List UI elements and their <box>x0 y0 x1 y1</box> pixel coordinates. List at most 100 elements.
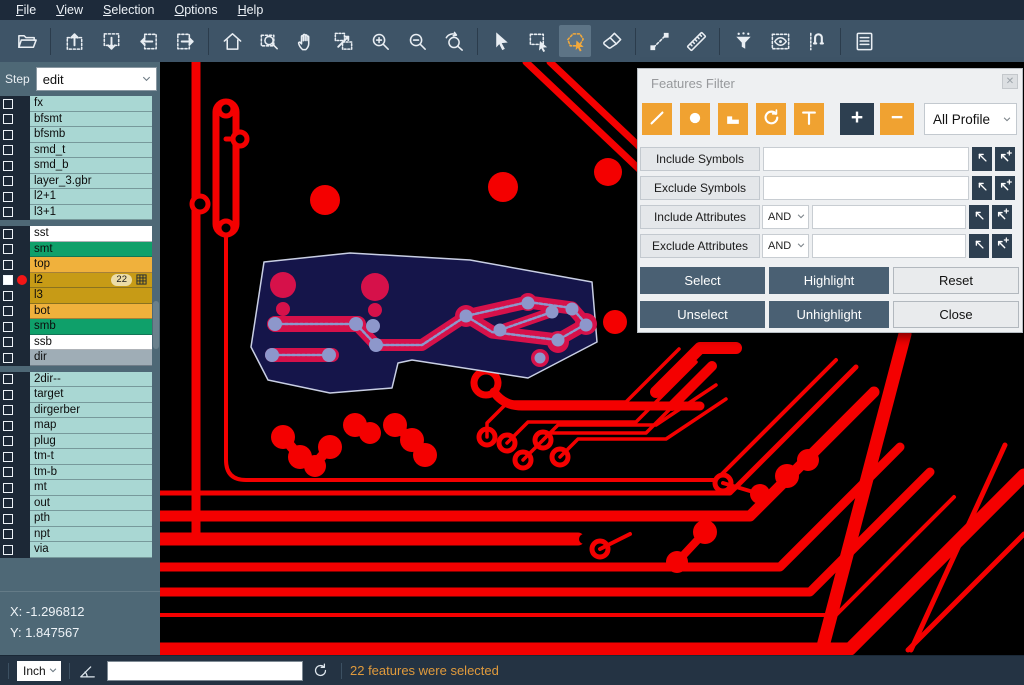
layer-checkbox[interactable] <box>3 529 13 539</box>
menu-selection[interactable]: Selection <box>93 0 164 20</box>
layer-checkbox[interactable] <box>3 498 13 508</box>
layer-list-scrollbar[interactable] <box>153 301 159 349</box>
layer-checkbox[interactable] <box>3 260 13 270</box>
layer-row-2dir--[interactable]: 2dir-- <box>0 372 152 388</box>
pan-down-button[interactable] <box>95 25 127 57</box>
layer-name[interactable]: tm-b <box>30 465 152 481</box>
line-filter-button[interactable] <box>642 103 672 135</box>
feature-histogram-icon[interactable] <box>136 274 147 285</box>
zoom-previous-button[interactable] <box>438 25 470 57</box>
screen-pick-button[interactable] <box>972 176 992 200</box>
view-options-button[interactable] <box>764 25 796 57</box>
layer-checkbox[interactable] <box>3 291 13 301</box>
zoom-home-button[interactable] <box>216 25 248 57</box>
menu-help[interactable]: Help <box>228 0 274 20</box>
layer-checkbox[interactable] <box>3 99 13 109</box>
layer-checkbox[interactable] <box>3 353 13 363</box>
select-arrow-button[interactable] <box>485 25 517 57</box>
include-attributes-button[interactable]: Include Attributes <box>640 205 760 229</box>
layer-name[interactable]: via <box>30 542 152 558</box>
add-filter-button[interactable]: + <box>840 103 874 135</box>
layer-checkbox[interactable] <box>3 436 13 446</box>
layer-row-top[interactable]: top <box>0 257 152 273</box>
screen-pick-add-button[interactable] <box>992 234 1012 258</box>
angle-measure-icon[interactable] <box>78 661 97 680</box>
profile-select[interactable]: All Profile <box>924 103 1017 135</box>
unhighlight-button[interactable]: Unhighlight <box>769 301 889 328</box>
include-symbols-button[interactable]: Include Symbols <box>640 147 760 171</box>
layer-checkbox[interactable] <box>3 207 13 217</box>
layer-row-sst[interactable]: sst <box>0 226 152 242</box>
layer-checkbox[interactable] <box>3 337 13 347</box>
screen-pick-add-button[interactable] <box>992 205 1012 229</box>
layer-checkbox[interactable] <box>3 483 13 493</box>
layer-name[interactable]: tm-t <box>30 449 152 465</box>
layer-row-l2+1[interactable]: l2+1 <box>0 189 152 205</box>
layer-row-l2[interactable]: l222 <box>0 273 152 289</box>
layer-row-tm-b[interactable]: tm-b <box>0 465 152 481</box>
layer-name[interactable]: mt <box>30 480 152 496</box>
layer-name[interactable]: pth <box>30 511 152 527</box>
layer-row-smt[interactable]: smt <box>0 242 152 258</box>
layer-name[interactable]: top <box>30 257 152 273</box>
layer-name[interactable]: target <box>30 387 152 403</box>
layer-name[interactable]: l3+1 <box>30 205 152 221</box>
include-attributes-operator[interactable]: AND <box>762 205 809 229</box>
layer-name[interactable]: layer_3.gbr <box>30 174 152 190</box>
exclude-symbols-button[interactable]: Exclude Symbols <box>640 176 760 200</box>
exclude-attributes-button[interactable]: Exclude Attributes <box>640 234 760 258</box>
layer-row-dir[interactable]: dir <box>0 350 152 366</box>
refresh-icon[interactable] <box>312 662 329 679</box>
layer-name[interactable]: bfsmb <box>30 127 152 143</box>
layer-name[interactable]: map <box>30 418 152 434</box>
arc-filter-button[interactable] <box>756 103 786 135</box>
pan-left-button[interactable] <box>132 25 164 57</box>
layer-checkbox[interactable] <box>3 374 13 384</box>
layer-row-map[interactable]: map <box>0 418 152 434</box>
layer-row-smd_b[interactable]: smd_b <box>0 158 152 174</box>
layer-row-smd_t[interactable]: smd_t <box>0 143 152 159</box>
layer-name[interactable]: bfsmt <box>30 112 152 128</box>
layer-row-bfsmb[interactable]: bfsmb <box>0 127 152 143</box>
pad-filter-button[interactable] <box>680 103 710 135</box>
layer-row-dirgerber[interactable]: dirgerber <box>0 403 152 419</box>
layer-name[interactable]: dir <box>30 350 152 366</box>
menu-file[interactable]: File <box>6 0 46 20</box>
text-filter-button[interactable] <box>794 103 824 135</box>
screen-pick-add-button[interactable] <box>995 176 1015 200</box>
select-polygon-button[interactable] <box>559 25 591 57</box>
layer-checkbox[interactable] <box>3 390 13 400</box>
layer-row-tm-t[interactable]: tm-t <box>0 449 152 465</box>
menu-view[interactable]: View <box>46 0 93 20</box>
layer-row-mt[interactable]: mt <box>0 480 152 496</box>
zoom-area-button[interactable] <box>327 25 359 57</box>
features-filter-button[interactable] <box>727 25 759 57</box>
screen-pick-button[interactable] <box>969 234 989 258</box>
command-input[interactable] <box>107 661 303 681</box>
layer-checkbox[interactable] <box>3 161 13 171</box>
layer-checkbox[interactable] <box>3 514 13 524</box>
layer-checkbox[interactable] <box>3 130 13 140</box>
layer-checkbox[interactable] <box>3 192 13 202</box>
zoom-window-button[interactable] <box>253 25 285 57</box>
layer-checkbox[interactable] <box>3 176 13 186</box>
layer-checkbox[interactable] <box>3 114 13 124</box>
include-attributes-input[interactable] <box>812 205 966 229</box>
layer-row-bot[interactable]: bot <box>0 304 152 320</box>
layer-name[interactable]: 2dir-- <box>30 372 152 388</box>
measure-ruler-button[interactable] <box>680 25 712 57</box>
exclude-symbols-input[interactable] <box>763 176 969 200</box>
select-button[interactable]: Select <box>640 267 765 294</box>
layer-row-layer_3.gbr[interactable]: layer_3.gbr <box>0 174 152 190</box>
layer-row-bfsmt[interactable]: bfsmt <box>0 112 152 128</box>
layer-name[interactable]: smd_b <box>30 158 152 174</box>
layer-row-plug[interactable]: plug <box>0 434 152 450</box>
menu-options[interactable]: Options <box>164 0 227 20</box>
screen-pick-add-button[interactable] <box>995 147 1015 171</box>
layer-checkbox[interactable] <box>3 545 13 555</box>
layer-name[interactable]: npt <box>30 527 152 543</box>
step-select[interactable]: edit <box>36 67 157 91</box>
dialog-close-button[interactable]: ✕ <box>1002 74 1018 89</box>
layer-row-via[interactable]: via <box>0 542 152 558</box>
layer-checkbox[interactable] <box>3 244 13 254</box>
